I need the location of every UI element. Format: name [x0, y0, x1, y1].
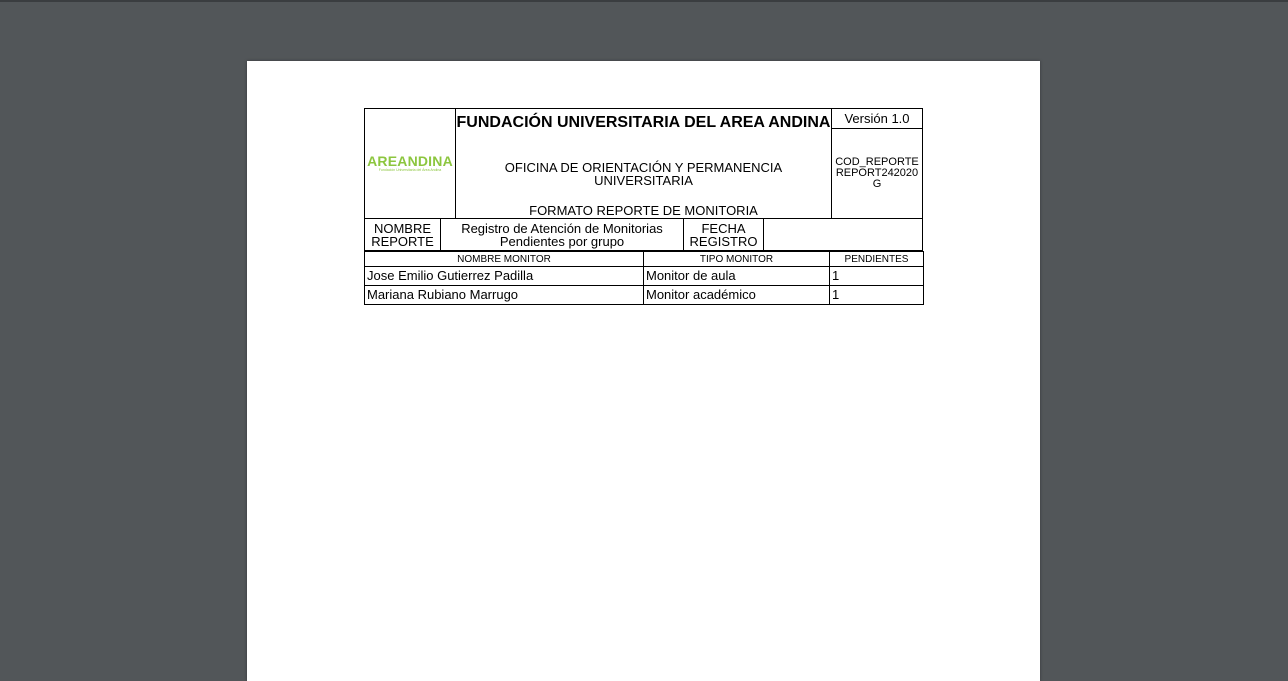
cell-monitor-name: Mariana Rubiano Marrugo — [364, 285, 644, 305]
logo-tagline: Fundación Universitaria del Área Andina — [378, 168, 442, 172]
column-header-pending: PENDIENTES — [829, 251, 924, 267]
table-header-row: NOMBRE MONITOR TIPO MONITOR PENDIENTES — [364, 251, 924, 267]
institution-name: FUNDACIÓN UNIVERSITARIA DEL AREA ANDINA — [456, 114, 831, 131]
institution-logo: AREANDINA Fundación Universitaria del Ár… — [365, 109, 456, 218]
report-info-row: NOMBRE REPORTE Registro de Atención de M… — [364, 218, 923, 251]
cell-monitor-type: Monitor de aula — [643, 266, 830, 286]
report-name-label: NOMBRE REPORTE — [365, 219, 441, 250]
table-row: Jose Emilio Gutierrez Padilla Monitor de… — [364, 266, 924, 286]
date-value — [764, 219, 922, 250]
header-titles: FUNDACIÓN UNIVERSITARIA DEL AREA ANDINA … — [456, 109, 831, 218]
document-page: AREANDINA Fundación Universitaria del Ár… — [247, 61, 1040, 681]
date-label: FECHA REGISTRO — [684, 219, 764, 250]
report-name-value: Registro de Atención de Monitorias Pendi… — [441, 219, 684, 250]
column-header-monitor-type: TIPO MONITOR — [643, 251, 830, 267]
version-label: Versión 1.0 — [832, 109, 922, 129]
format-name: FORMATO REPORTE DE MONITORIA — [529, 203, 758, 218]
table-row: Mariana Rubiano Marrugo Monitor académic… — [364, 285, 924, 305]
cell-pending: 1 — [829, 285, 924, 305]
report-header: AREANDINA Fundación Universitaria del Ár… — [364, 108, 923, 219]
column-header-monitor-name: NOMBRE MONITOR — [364, 251, 644, 267]
cell-pending: 1 — [829, 266, 924, 286]
report-code: COD_REPORTE REPORT242020G — [835, 156, 919, 190]
monitor-table: NOMBRE MONITOR TIPO MONITOR PENDIENTES J… — [364, 251, 924, 305]
logo-wordmark: AREANDINA — [367, 153, 453, 169]
cell-monitor-name: Jose Emilio Gutierrez Padilla — [364, 266, 644, 286]
header-meta: Versión 1.0 COD_REPORTE REPORT242020G — [831, 109, 922, 218]
viewer-top-edge — [0, 0, 1288, 2]
office-name: OFICINA DE ORIENTACIÓN Y PERMANENCIA UNI… — [504, 160, 783, 188]
cell-monitor-type: Monitor académico — [643, 285, 830, 305]
